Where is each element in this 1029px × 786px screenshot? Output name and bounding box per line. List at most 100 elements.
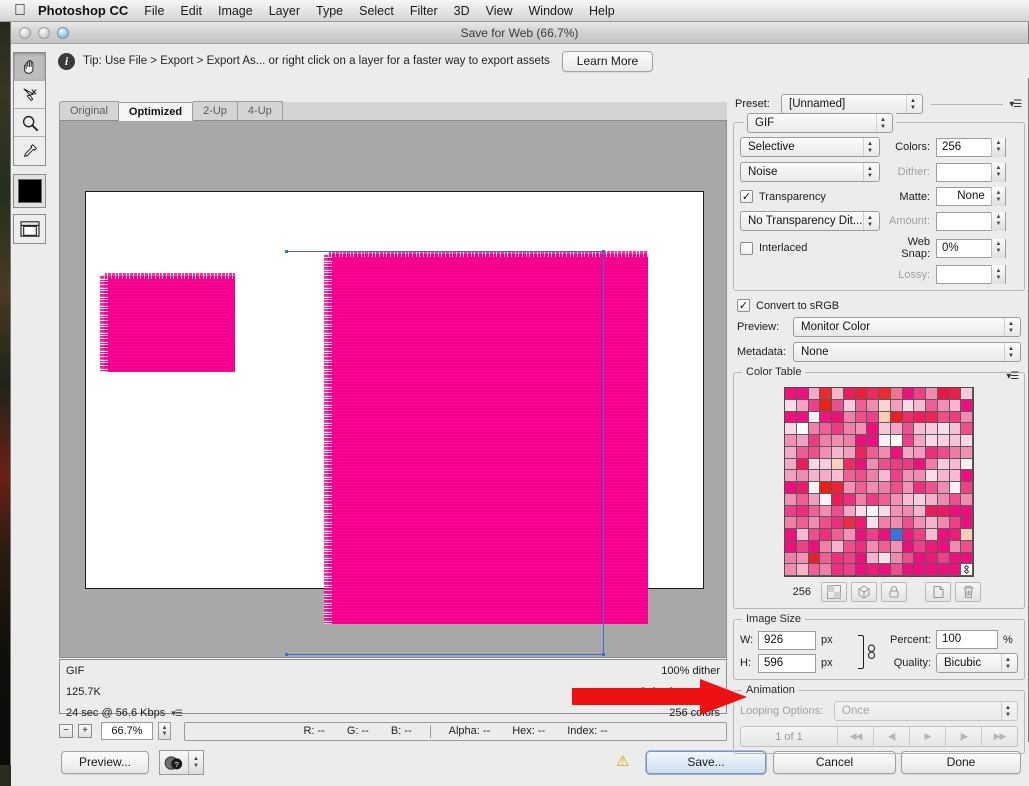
new-color-button[interactable] bbox=[925, 582, 951, 602]
color-swatch[interactable] bbox=[796, 458, 809, 471]
color-swatch[interactable] bbox=[879, 505, 891, 518]
color-swatch[interactable] bbox=[867, 493, 879, 506]
color-swatch[interactable] bbox=[949, 388, 962, 400]
color-swatch[interactable] bbox=[785, 482, 797, 494]
color-swatch[interactable] bbox=[843, 399, 856, 412]
color-swatch[interactable] bbox=[902, 435, 915, 447]
metadata-select[interactable]: None ▲ ▼ bbox=[793, 342, 1021, 362]
transparency-dither-select[interactable]: No Transparency Dit... ▲ ▼ bbox=[740, 211, 880, 231]
color-swatch[interactable] bbox=[820, 564, 832, 576]
color-swatch[interactable] bbox=[890, 399, 903, 412]
color-swatch[interactable] bbox=[843, 552, 856, 565]
web-snap-stepper[interactable]: ▲ ▼ bbox=[991, 238, 1005, 258]
color-swatch[interactable] bbox=[808, 564, 821, 576]
color-swatch[interactable] bbox=[879, 564, 891, 576]
transparency-swatch-button[interactable] bbox=[821, 582, 847, 602]
color-swatch[interactable] bbox=[937, 529, 950, 541]
color-swatch[interactable] bbox=[855, 470, 868, 482]
color-swatch[interactable] bbox=[843, 493, 856, 506]
color-swatch[interactable] bbox=[820, 529, 832, 541]
play-button[interactable]: ▶ bbox=[909, 727, 945, 746]
menu-item-type[interactable]: Type bbox=[316, 4, 343, 18]
color-swatch[interactable] bbox=[867, 505, 879, 518]
color-swatch[interactable] bbox=[796, 529, 809, 541]
color-swatch[interactable] bbox=[902, 482, 915, 494]
color-swatch[interactable] bbox=[843, 529, 856, 541]
looping-options-select[interactable]: Once ▲ ▼ bbox=[834, 701, 1018, 721]
color-swatch[interactable] bbox=[867, 435, 879, 447]
warning-icon[interactable]: ⚠ bbox=[616, 752, 629, 770]
color-swatch[interactable] bbox=[820, 423, 832, 435]
color-swatch[interactable] bbox=[879, 470, 891, 482]
color-swatch[interactable] bbox=[937, 564, 950, 576]
color-swatch[interactable] bbox=[949, 470, 962, 482]
eyedropper-tool[interactable] bbox=[14, 137, 45, 165]
color-swatch[interactable] bbox=[937, 517, 950, 529]
color-swatch[interactable] bbox=[937, 411, 950, 424]
lock-color-button[interactable] bbox=[881, 582, 907, 602]
color-swatch[interactable] bbox=[832, 517, 844, 529]
color-swatch[interactable] bbox=[937, 552, 950, 565]
color-swatch[interactable] bbox=[890, 470, 903, 482]
apple-logo-icon[interactable]:  bbox=[14, 2, 26, 19]
color-swatch[interactable] bbox=[879, 552, 891, 565]
color-swatch[interactable] bbox=[855, 388, 868, 400]
matte-select[interactable]: None ▲ ▼ bbox=[936, 187, 1006, 206]
color-swatch[interactable] bbox=[820, 493, 832, 506]
lossy-stepper[interactable]: ▲ ▼ bbox=[991, 265, 1005, 284]
color-swatch[interactable] bbox=[914, 446, 926, 459]
color-swatch[interactable] bbox=[785, 564, 797, 576]
color-swatch[interactable] bbox=[855, 517, 868, 529]
transparency-checkbox[interactable]: ✓ bbox=[740, 190, 753, 203]
color-swatch[interactable] bbox=[961, 458, 973, 471]
slice-select-tool[interactable] bbox=[14, 81, 45, 109]
color-swatch[interactable] bbox=[914, 493, 926, 506]
color-swatch[interactable] bbox=[855, 411, 868, 424]
color-swatch[interactable] bbox=[926, 411, 938, 424]
color-swatch[interactable] bbox=[902, 517, 915, 529]
browser-stepper[interactable]: ▲ ▼ bbox=[188, 751, 203, 774]
color-swatch[interactable] bbox=[914, 470, 926, 482]
color-swatch[interactable] bbox=[890, 540, 903, 553]
optimized-info-flyout-menu-icon[interactable]: ▾☰ bbox=[171, 705, 183, 721]
color-swatch[interactable] bbox=[937, 388, 950, 400]
color-swatch[interactable] bbox=[796, 470, 809, 482]
color-swatch[interactable] bbox=[785, 505, 797, 518]
color-swatch[interactable] bbox=[808, 517, 821, 529]
color-swatch[interactable] bbox=[879, 482, 891, 494]
color-swatch[interactable] bbox=[902, 446, 915, 459]
color-swatch[interactable] bbox=[914, 540, 926, 553]
color-swatch[interactable] bbox=[926, 446, 938, 459]
color-swatch[interactable] bbox=[902, 564, 915, 576]
color-swatch[interactable] bbox=[785, 529, 797, 541]
color-swatch[interactable] bbox=[843, 388, 856, 400]
color-swatch[interactable] bbox=[832, 540, 844, 553]
color-swatch[interactable] bbox=[879, 446, 891, 459]
color-swatch[interactable] bbox=[867, 470, 879, 482]
color-swatch[interactable] bbox=[902, 458, 915, 471]
color-swatch[interactable] bbox=[843, 423, 856, 435]
color-swatch[interactable] bbox=[902, 399, 915, 412]
color-swatch[interactable] bbox=[926, 564, 938, 576]
color-swatch[interactable] bbox=[867, 399, 879, 412]
color-swatch[interactable] bbox=[820, 482, 832, 494]
preset-flyout-menu-icon[interactable]: ▾☰ bbox=[1009, 99, 1022, 110]
color-swatch[interactable] bbox=[879, 399, 891, 412]
color-swatch[interactable] bbox=[902, 505, 915, 518]
color-swatch[interactable] bbox=[914, 458, 926, 471]
menu-item-window[interactable]: Window bbox=[529, 4, 573, 18]
last-frame-button[interactable]: ▶▶ bbox=[981, 727, 1017, 746]
color-swatch[interactable] bbox=[796, 552, 809, 565]
color-swatch[interactable] bbox=[796, 423, 809, 435]
menu-item-file[interactable]: File bbox=[144, 4, 164, 18]
previous-frame-button[interactable]: ◀| bbox=[873, 727, 909, 746]
menu-item-filter[interactable]: Filter bbox=[410, 4, 438, 18]
tab-2-up[interactable]: 2-Up bbox=[193, 101, 238, 120]
color-swatch[interactable] bbox=[926, 470, 938, 482]
color-swatch[interactable] bbox=[879, 529, 891, 541]
color-swatch[interactable] bbox=[832, 482, 844, 494]
color-swatch[interactable] bbox=[808, 388, 821, 400]
preview-browser-selector[interactable]: ? ▲ ▼ bbox=[159, 750, 204, 775]
color-swatch[interactable] bbox=[867, 446, 879, 459]
color-swatch[interactable] bbox=[867, 388, 879, 400]
